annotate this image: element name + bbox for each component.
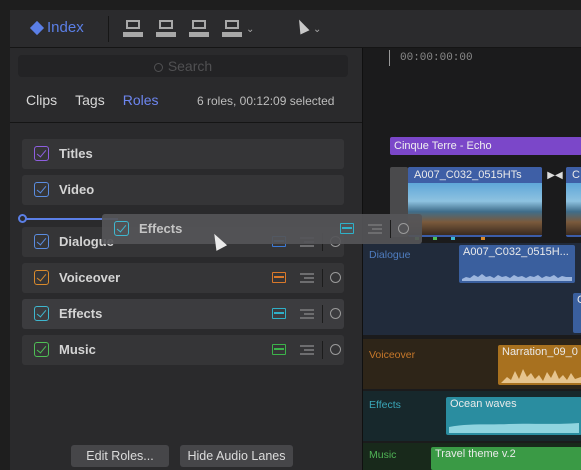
role-checkbox-music[interactable] xyxy=(34,342,49,357)
role-checkbox-voiceover[interactable] xyxy=(34,270,49,285)
focus-circle-icon[interactable] xyxy=(330,308,341,319)
role-label-music: Music xyxy=(59,342,96,357)
search-icon xyxy=(153,62,163,72)
playhead[interactable] xyxy=(389,50,390,66)
role-row-effects[interactable]: Effects xyxy=(22,299,344,329)
role-checkbox-dialogue[interactable] xyxy=(34,234,49,249)
dialogue-clip-name: A007_C032_0515H... xyxy=(463,246,569,258)
audio-lanes-icon[interactable] xyxy=(272,308,286,319)
focus-circle-icon[interactable] xyxy=(330,344,341,355)
dragging-role-checkbox xyxy=(114,221,129,236)
transition-icon[interactable]: ▶◀ xyxy=(544,170,566,182)
edit-roles-button[interactable]: Edit Roles... xyxy=(71,445,169,467)
subroles-icon xyxy=(368,223,382,234)
dialogue-clip[interactable]: A007_C032_0515H... xyxy=(459,245,575,283)
dialogue-clip-2[interactable]: C xyxy=(573,293,581,333)
waveform xyxy=(449,423,579,433)
role-label-effects: Effects xyxy=(59,306,103,321)
timeline: 00:00:00:00 Cinque Terre - Echo A007_C03… xyxy=(362,48,581,470)
video-thumbnail xyxy=(475,183,542,235)
insert-clip-icon[interactable] xyxy=(156,19,176,39)
music-lane-label: Music xyxy=(369,449,397,461)
search-field[interactable]: Search xyxy=(18,55,348,77)
waveform xyxy=(462,274,572,281)
role-label-voiceover: Voiceover xyxy=(59,270,121,285)
video-clip-name: A007_C032_0515HTs xyxy=(408,167,542,183)
dragging-role-row[interactable]: Effects xyxy=(102,214,422,244)
subroles-icon[interactable] xyxy=(300,344,314,355)
role-row-music[interactable]: Music xyxy=(22,335,344,365)
voiceover-clip-name: Narration_09_0 xyxy=(502,346,578,358)
index-tabs: Clips Tags Roles xyxy=(26,92,177,108)
chevron-down-icon[interactable]: ⌄ xyxy=(246,24,254,35)
role-label-video: Video xyxy=(59,182,95,197)
index-diamond-icon xyxy=(29,20,45,35)
dialogue-clip-2-name: C xyxy=(577,294,581,306)
index-label: Index xyxy=(47,19,84,36)
role-checkbox-titles[interactable] xyxy=(34,146,49,161)
tab-tags[interactable]: Tags xyxy=(75,92,105,108)
row-divider xyxy=(390,220,391,238)
dialogue-lane-label: Dialogue xyxy=(369,249,411,261)
toolbar: Index ⌄ ⌄ xyxy=(10,10,581,48)
effects-clip-name: Ocean waves xyxy=(450,398,517,410)
audio-lanes-icon[interactable] xyxy=(272,344,286,355)
timeline-ruler: 00:00:00:00 xyxy=(363,48,581,70)
tool-chevron-down-icon[interactable]: ⌄ xyxy=(313,24,321,35)
marker-ticks xyxy=(411,237,571,240)
role-row-voiceover[interactable]: Voiceover xyxy=(22,263,344,293)
role-checkbox-video[interactable] xyxy=(34,182,49,197)
audio-lanes-icon xyxy=(340,223,354,234)
audio-lanes-icon[interactable] xyxy=(272,272,286,283)
subroles-icon[interactable] xyxy=(300,272,314,283)
connect-clip-icon[interactable] xyxy=(222,19,242,39)
video-thumbnail xyxy=(566,183,581,235)
role-row-titles[interactable]: Titles xyxy=(22,139,344,169)
selection-info: 6 roles, 00:12:09 selected xyxy=(197,94,335,108)
video-clip[interactable]: A007_C032_0515HTs xyxy=(408,167,542,237)
voiceover-lane-label: Voiceover xyxy=(369,349,416,361)
role-checkbox-effects[interactable] xyxy=(34,306,49,321)
drop-indicator-dot xyxy=(18,214,27,223)
tab-clips[interactable]: Clips xyxy=(26,92,57,108)
index-panel: Search Clips Tags Roles 6 roles, 00:12:0… xyxy=(10,48,362,470)
tab-roles[interactable]: Roles xyxy=(123,92,159,108)
toolbar-divider xyxy=(108,16,109,42)
focus-circle-icon[interactable] xyxy=(330,272,341,283)
waveform xyxy=(501,369,581,383)
voiceover-clip[interactable]: Narration_09_0 xyxy=(498,345,581,385)
panel-divider xyxy=(10,122,362,123)
dragging-role-label: Effects xyxy=(139,221,183,236)
role-row-video[interactable]: Video xyxy=(22,175,344,205)
search-placeholder: Search xyxy=(167,58,213,74)
row-divider xyxy=(322,341,323,359)
row-divider xyxy=(322,269,323,287)
hide-audio-lanes-button[interactable]: Hide Audio Lanes xyxy=(180,445,293,467)
timecode: 00:00:00:00 xyxy=(400,52,473,64)
focus-circle-icon xyxy=(398,223,409,234)
index-button[interactable]: Index xyxy=(29,19,84,36)
video-clip-2-name: C xyxy=(566,167,581,183)
row-divider xyxy=(322,305,323,323)
select-tool-icon[interactable] xyxy=(294,17,310,35)
effects-clip[interactable]: Ocean waves xyxy=(446,397,581,435)
overwrite-clip-icon[interactable] xyxy=(189,19,209,39)
role-label-titles: Titles xyxy=(59,146,93,161)
append-clip-icon[interactable] xyxy=(123,19,143,39)
music-clip[interactable]: Travel theme v.2 xyxy=(431,447,581,470)
subroles-icon[interactable] xyxy=(300,308,314,319)
music-clip-name: Travel theme v.2 xyxy=(435,448,516,460)
effects-lane-label: Effects xyxy=(369,399,401,411)
title-clip[interactable]: Cinque Terre - Echo xyxy=(390,137,581,155)
video-clip-2[interactable]: C xyxy=(566,167,581,237)
